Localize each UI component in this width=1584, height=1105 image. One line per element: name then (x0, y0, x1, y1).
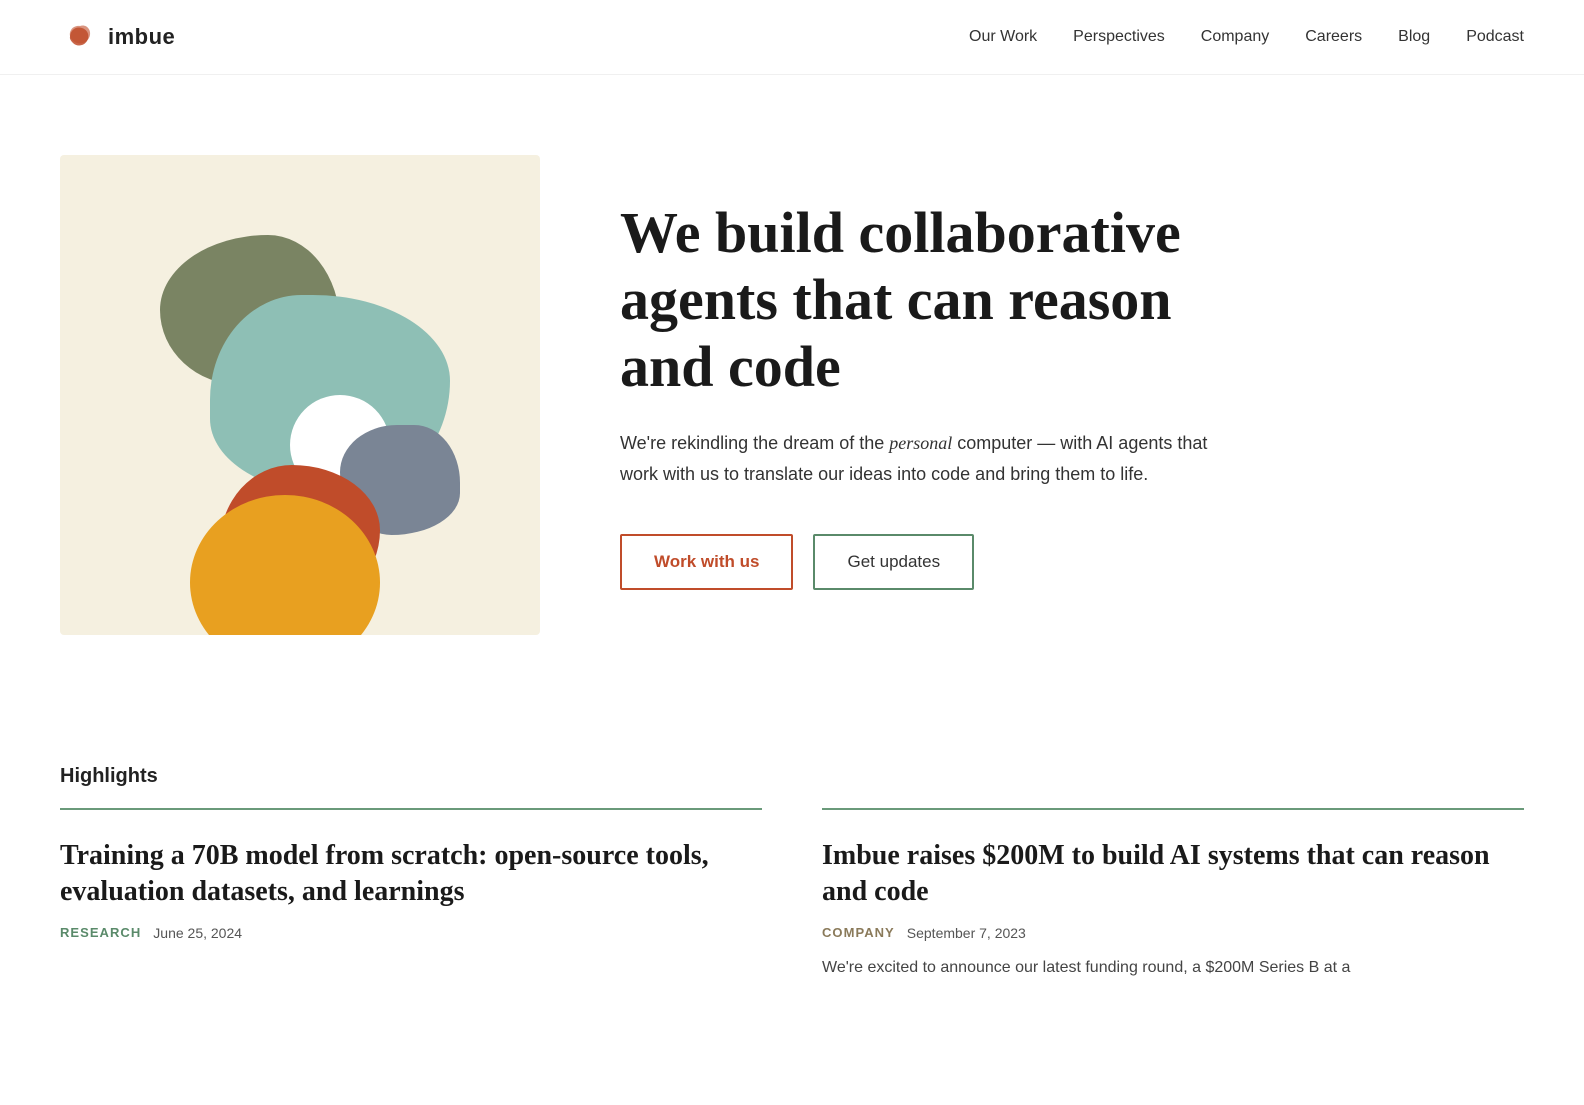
highlight-item-2[interactable]: Imbue raises $200M to build AI systems t… (822, 808, 1524, 980)
highlight-2-category: COMPANY (822, 925, 895, 940)
hero-illustration (60, 155, 540, 635)
hero-desc-part1: We're rekindling the dream of the (620, 433, 889, 453)
work-with-us-button[interactable]: Work with us (620, 534, 793, 590)
hero-section: We build collaborative agents that can r… (0, 75, 1584, 715)
highlights-section: Highlights Training a 70B model from scr… (0, 715, 1584, 1040)
navbar: imbue Our Work Perspectives Company Care… (0, 0, 1584, 75)
nav-company[interactable]: Company (1201, 28, 1269, 45)
get-updates-button[interactable]: Get updates (813, 534, 974, 590)
nav-careers[interactable]: Careers (1305, 28, 1362, 45)
highlight-1-heading: Training a 70B model from scratch: open-… (60, 838, 762, 911)
highlight-1-meta: RESEARCH June 25, 2024 (60, 925, 762, 941)
highlight-2-heading: Imbue raises $200M to build AI systems t… (822, 838, 1524, 911)
logo-text: imbue (108, 24, 175, 50)
highlight-1-category: RESEARCH (60, 925, 141, 940)
highlight-2-date: September 7, 2023 (907, 925, 1026, 941)
hero-description: We're rekindling the dream of the person… (620, 428, 1220, 489)
highlight-item-1[interactable]: Training a 70B model from scratch: open-… (60, 808, 762, 980)
logo[interactable]: imbue (60, 18, 175, 56)
hero-content: We build collaborative agents that can r… (620, 200, 1220, 589)
nav-our-work[interactable]: Our Work (969, 28, 1037, 45)
nav-blog[interactable]: Blog (1398, 28, 1430, 45)
highlights-grid: Training a 70B model from scratch: open-… (60, 808, 1524, 980)
highlight-1-date: June 25, 2024 (153, 925, 242, 941)
highlights-title: Highlights (60, 765, 1524, 788)
nav-perspectives[interactable]: Perspectives (1073, 28, 1165, 45)
hero-buttons: Work with us Get updates (620, 534, 1220, 590)
highlight-2-excerpt: We're excited to announce our latest fun… (822, 955, 1524, 981)
imbue-logo-icon (60, 18, 98, 56)
nav-links: Our Work Perspectives Company Careers Bl… (969, 28, 1524, 46)
hero-desc-italic: personal (889, 433, 952, 453)
nav-podcast[interactable]: Podcast (1466, 28, 1524, 45)
hero-heading: We build collaborative agents that can r… (620, 200, 1220, 400)
highlight-2-meta: COMPANY September 7, 2023 (822, 925, 1524, 941)
